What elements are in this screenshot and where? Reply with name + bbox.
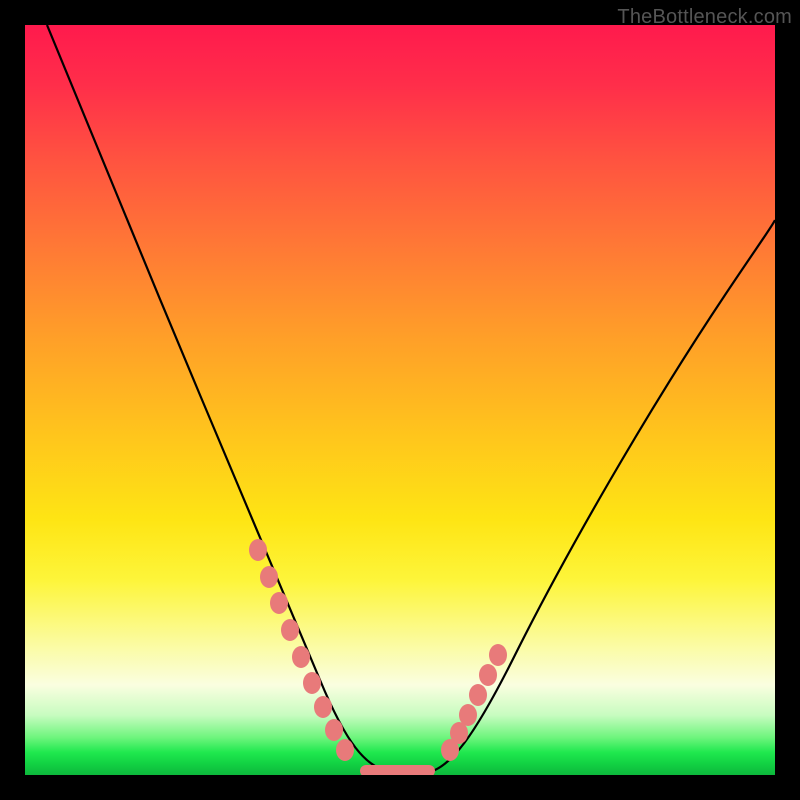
bottleneck-curve [47, 25, 775, 773]
left-marker-cluster [249, 539, 354, 761]
chart-svg [25, 25, 775, 775]
bottom-marker-bar [360, 765, 435, 775]
chart-plot-area [25, 25, 775, 775]
right-marker-cluster [441, 644, 507, 761]
watermark-text: TheBottleneck.com [617, 6, 792, 29]
